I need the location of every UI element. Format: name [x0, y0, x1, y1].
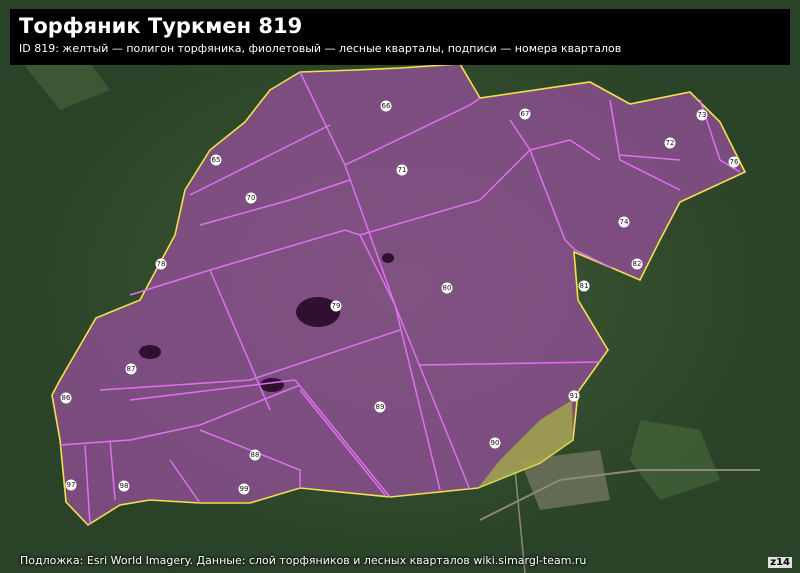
quarter-label: 86	[60, 392, 72, 404]
quarter-label: 87	[125, 363, 137, 375]
svg-text:72: 72	[666, 139, 675, 147]
map-legend-text: ID 819: желтый — полигон торфяника, фиол…	[19, 42, 622, 55]
zoom-level: z14	[768, 557, 792, 568]
quarter-label: 90	[489, 437, 501, 449]
map-header: Торфяник Туркмен 819 ID 819: желтый — по…	[10, 9, 790, 65]
svg-text:65: 65	[212, 156, 221, 164]
svg-text:88: 88	[251, 451, 260, 459]
quarter-label: 82	[631, 258, 643, 270]
quarter-label: 72	[664, 137, 676, 149]
svg-text:98: 98	[120, 482, 129, 490]
map-title: Торфяник Туркмен 819	[19, 14, 303, 38]
quarter-label: 91	[568, 390, 580, 402]
quarter-label: 98	[118, 480, 130, 492]
svg-text:73: 73	[698, 111, 707, 119]
quarter-label: 76	[728, 156, 740, 168]
svg-text:78: 78	[157, 260, 166, 268]
quarter-label: 74	[618, 216, 630, 228]
svg-text:89: 89	[376, 403, 385, 411]
quarter-label: 67	[519, 108, 531, 120]
svg-text:80: 80	[443, 284, 452, 292]
svg-text:90: 90	[491, 439, 500, 447]
svg-text:67: 67	[521, 110, 530, 118]
quarter-label: 80	[441, 282, 453, 294]
svg-text:74: 74	[620, 218, 629, 226]
svg-text:99: 99	[240, 485, 249, 493]
satellite-basemap: 66 67 73 72 65 76 71 70 74 82 78 81 80 7…	[0, 0, 800, 573]
quarter-label: 88	[249, 449, 261, 461]
water-pool	[139, 345, 161, 359]
svg-text:79: 79	[332, 302, 341, 310]
attribution: Подложка: Esri World Imagery. Данные: сл…	[20, 554, 587, 567]
quarter-label: 71	[396, 164, 408, 176]
quarter-label: 81	[578, 280, 590, 292]
svg-text:91: 91	[570, 392, 579, 400]
svg-text:82: 82	[633, 260, 642, 268]
svg-text:70: 70	[247, 194, 256, 202]
svg-text:71: 71	[398, 166, 407, 174]
svg-text:86: 86	[62, 394, 71, 402]
svg-text:87: 87	[127, 365, 136, 373]
svg-text:66: 66	[382, 102, 391, 110]
quarter-label: 97	[65, 479, 77, 491]
quarter-label: 70	[245, 192, 257, 204]
quarter-label: 78	[155, 258, 167, 270]
svg-text:81: 81	[580, 282, 589, 290]
quarter-label: 73	[696, 109, 708, 121]
quarter-label: 66	[380, 100, 392, 112]
quarter-label: 99	[238, 483, 250, 495]
quarter-label: 65	[210, 154, 222, 166]
quarter-label: 79	[330, 300, 342, 312]
water-pool	[382, 253, 394, 263]
svg-text:76: 76	[730, 158, 739, 166]
quarter-label: 89	[374, 401, 386, 413]
map-view[interactable]: 66 67 73 72 65 76 71 70 74 82 78 81 80 7…	[0, 0, 800, 573]
water-pool	[260, 378, 284, 392]
svg-text:97: 97	[67, 481, 76, 489]
